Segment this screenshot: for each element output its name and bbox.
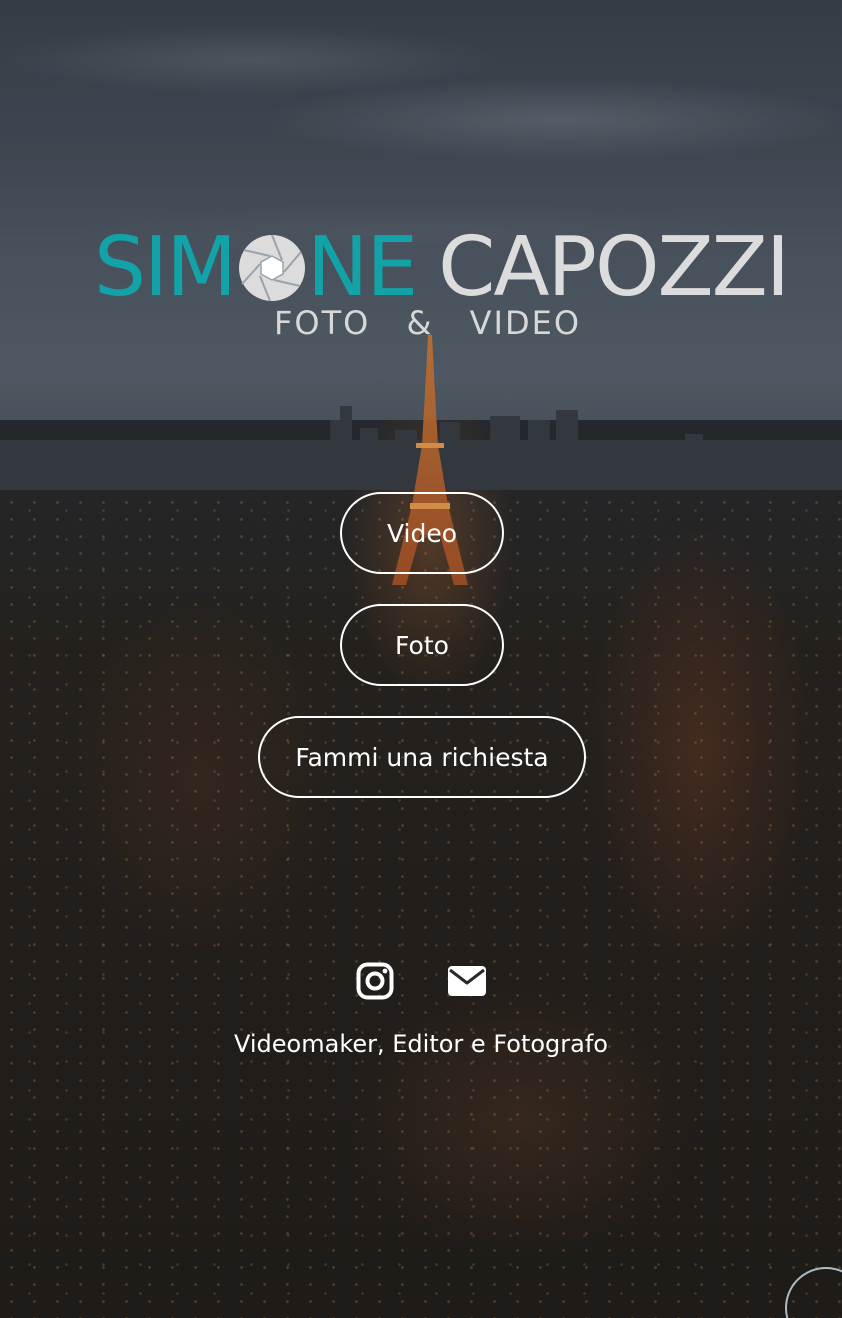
foto-button[interactable]: Foto bbox=[340, 604, 504, 686]
mail-icon[interactable] bbox=[448, 966, 486, 996]
video-button[interactable]: Video bbox=[340, 492, 504, 574]
logo-first-name-part2: NE bbox=[306, 220, 418, 315]
tagline: Videomaker, Editor e Fotografo bbox=[234, 1030, 608, 1058]
landing-page: SIM NE CAPOZZI FOTO & VIDEO Video Foto F… bbox=[0, 0, 842, 1318]
request-button[interactable]: Fammi una richiesta bbox=[258, 716, 586, 798]
brand-logo: SIM NE CAPOZZI FOTO & VIDEO bbox=[94, 227, 790, 343]
corner-circle-icon bbox=[785, 1267, 842, 1318]
camera-aperture-icon bbox=[238, 234, 305, 302]
instagram-icon[interactable] bbox=[356, 962, 394, 1000]
logo-subtitle: FOTO & VIDEO bbox=[274, 304, 581, 342]
logo-first-name-part1: SIM bbox=[94, 220, 237, 315]
logo-wordmark: SIM NE CAPOZZI bbox=[94, 220, 790, 315]
social-links bbox=[356, 962, 490, 1000]
logo-first-name: SIM NE bbox=[94, 220, 418, 315]
logo-last-name: CAPOZZI bbox=[438, 220, 790, 315]
